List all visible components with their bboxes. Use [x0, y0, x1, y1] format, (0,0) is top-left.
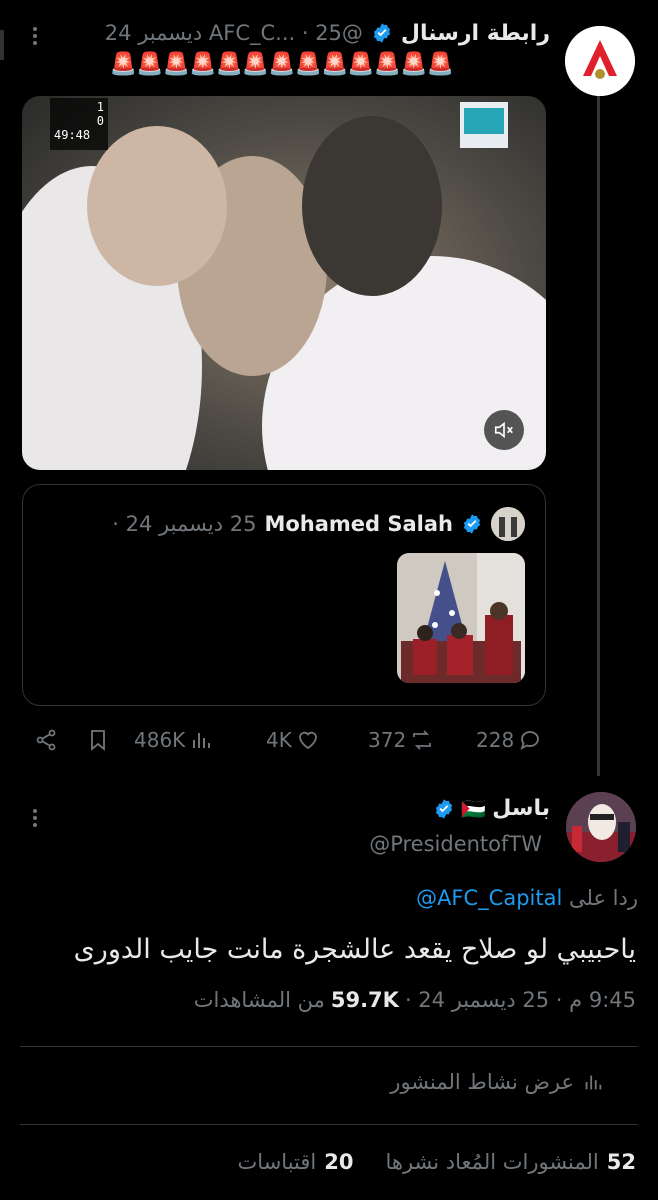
- quote-image[interactable]: [397, 553, 525, 683]
- reply-verified-badge-icon: [436, 798, 453, 819]
- replies-count: 228: [476, 728, 515, 752]
- quotes-stat-label[interactable]: اقتباسات: [238, 1150, 317, 1174]
- score-overlay: 1 0 49:48: [50, 98, 108, 150]
- replying-to-link[interactable]: @AFC_Capital: [416, 886, 562, 910]
- share-button[interactable]: [34, 728, 58, 752]
- reply-author-line: باسل 🇵🇸: [433, 796, 550, 821]
- palestine-flag-icon: 🇵🇸: [461, 796, 487, 821]
- speaker-muted-icon: [494, 421, 513, 439]
- divider: [20, 1124, 638, 1125]
- more-options-icon[interactable]: [33, 24, 37, 48]
- bookmark-icon: [91, 730, 105, 751]
- reply-views-count: 59.7K: [330, 988, 399, 1012]
- quote-verified-badge-icon: [463, 514, 481, 534]
- analytics-bars-icon: [585, 1075, 602, 1090]
- analytics-bars-icon: [193, 733, 211, 748]
- video-frame-image: [22, 96, 546, 470]
- tweet-text: 🚨🚨🚨🚨🚨🚨🚨🚨🚨🚨🚨🚨🚨: [109, 52, 454, 77]
- mute-button[interactable]: [484, 410, 524, 450]
- tweet-action-bar: 486K 4K 372 228: [34, 722, 546, 758]
- repost-button[interactable]: 372: [368, 728, 434, 752]
- like-button[interactable]: 4K: [266, 728, 320, 752]
- post-activity-label: عرض نشاط المنشور: [390, 1070, 574, 1094]
- quotes-stat-count[interactable]: 20: [324, 1150, 353, 1174]
- avatar-photo-image: [491, 507, 525, 541]
- heart-icon: [298, 731, 317, 750]
- reposts-count: 372: [368, 728, 407, 752]
- engagement-stats: 52 المنشورات المُعاد نشرها 20 اقتباسات: [238, 1150, 636, 1174]
- views-count: 486K: [134, 728, 186, 752]
- verified-badge-icon: [373, 23, 390, 43]
- quoted-tweet[interactable]: Mohamed Salah 25 ديسمبر 24 ·: [22, 484, 546, 706]
- author-avatar[interactable]: [565, 26, 635, 96]
- scroll-edge-mark: [0, 30, 4, 60]
- reply-timestamp[interactable]: 9:45 م · 25 ديسمبر 24 ·: [405, 988, 636, 1012]
- reply-author-name[interactable]: باسل: [492, 796, 550, 821]
- arsenal-logo-icon: [565, 26, 635, 96]
- reposts-stat-label[interactable]: المنشورات المُعاد نشرها: [385, 1150, 598, 1174]
- score-team-a: 1: [96, 100, 104, 114]
- reply-author-handle[interactable]: @PresidentofTW: [369, 832, 542, 856]
- score-team-b: 0: [96, 114, 104, 128]
- author-name[interactable]: رابطة ارسنال: [401, 21, 550, 46]
- christmas-family-photo-image: [397, 553, 525, 683]
- reply-views-label: من المشاهدات: [193, 988, 325, 1012]
- reposts-stat-count[interactable]: 52: [607, 1150, 636, 1174]
- likes-count: 4K: [266, 728, 292, 752]
- author-handle-date[interactable]: @AFC_C... · 25 ديسمبر 24: [105, 21, 363, 45]
- match-clock: 49:48: [54, 128, 91, 142]
- reply-more-options-icon[interactable]: [33, 806, 37, 830]
- repost-icon: [413, 730, 432, 750]
- tweet-header: رابطة ارسنال @AFC_C... · 25 ديسمبر 24: [105, 18, 550, 48]
- post-activity-link[interactable]: عرض نشاط المنشور: [390, 1070, 604, 1094]
- share-icon: [36, 729, 56, 751]
- thread-connector-line: [597, 96, 600, 776]
- quote-author-avatar: [491, 507, 525, 541]
- quote-header: Mohamed Salah 25 ديسمبر 24 ·: [112, 507, 525, 541]
- reply-meta-line: 9:45 م · 25 ديسمبر 24 · 59.7K من المشاهد…: [194, 988, 636, 1012]
- bookmark-button[interactable]: [86, 728, 110, 752]
- reply-bubble-icon: [520, 731, 540, 750]
- reply-text: ياحبيبي لو صلاح يقعد عالشجرة مانت جايب ا…: [73, 934, 636, 965]
- avatar-photo-image: [566, 792, 636, 862]
- divider: [20, 1046, 638, 1047]
- quote-author-name: Mohamed Salah: [264, 512, 453, 536]
- views-button[interactable]: 486K: [134, 728, 213, 752]
- reply-author-avatar[interactable]: [566, 792, 636, 862]
- quote-date: 25 ديسمبر 24 ·: [112, 512, 257, 536]
- reply-button[interactable]: 228: [476, 728, 542, 752]
- replying-to-prefix: ردا على: [569, 886, 638, 910]
- tweet-video[interactable]: 1 0 49:48: [22, 96, 546, 470]
- replying-to-line: ردا على @AFC_Capital: [416, 886, 638, 910]
